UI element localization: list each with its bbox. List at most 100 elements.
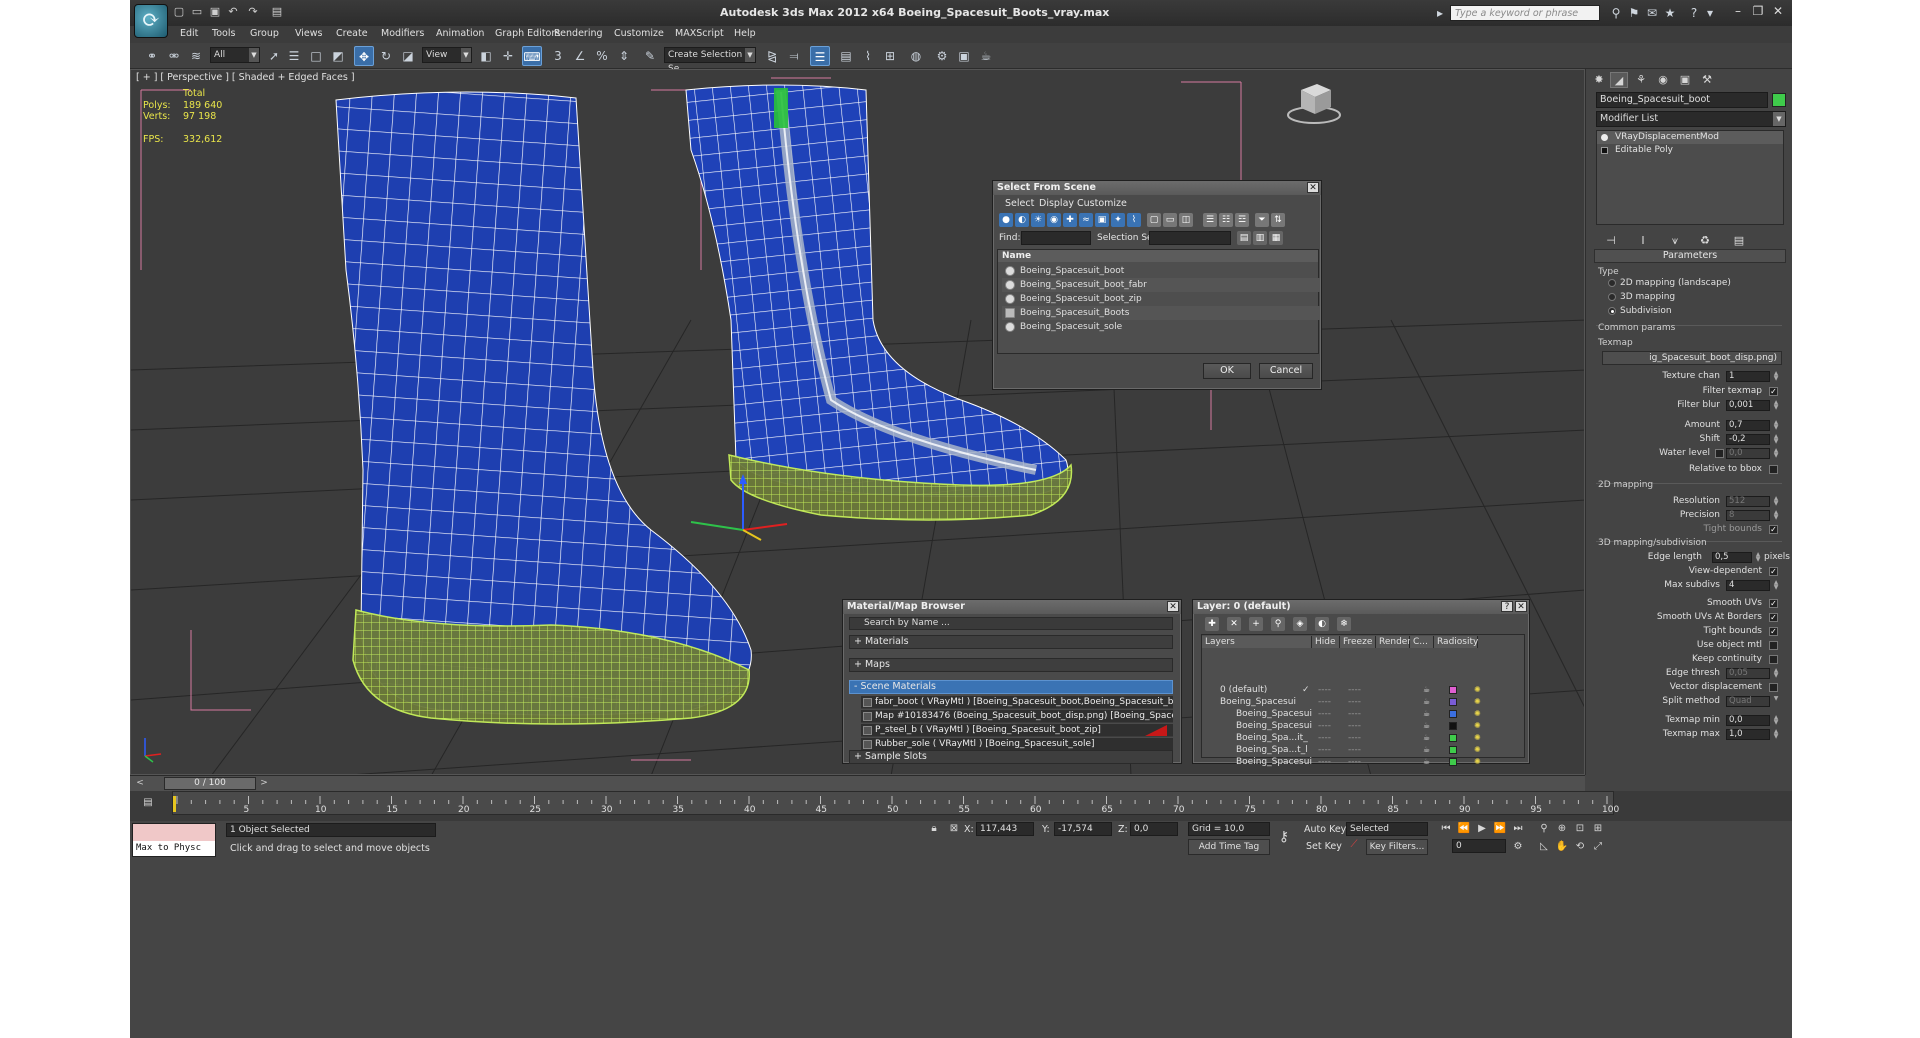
- next-frame-icon[interactable]: >: [258, 777, 270, 790]
- type-2d-mapping-radio[interactable]: 2D mapping (landscape): [1608, 277, 1731, 289]
- render-teapot-icon[interactable]: ☕: [1423, 745, 1433, 755]
- material-item[interactable]: P_steel_b ( VRayMtl ) [Boeing_Spacesuit_…: [861, 724, 1173, 737]
- render-teapot-icon[interactable]: ☕: [1423, 733, 1433, 743]
- spinner-snap-icon[interactable]: ⇕: [614, 46, 634, 66]
- remove-set-icon[interactable]: ▥: [1253, 231, 1267, 245]
- find-input[interactable]: [1021, 231, 1091, 245]
- layer-color-swatch[interactable]: [1449, 722, 1457, 730]
- layer-hide-toggle[interactable]: ----: [1318, 696, 1331, 708]
- sort-icon[interactable]: ⇅: [1271, 213, 1285, 227]
- time-slider-knob[interactable]: 0 / 100: [164, 777, 256, 790]
- menu-animation[interactable]: Animation: [436, 28, 484, 39]
- menu-graph-editors[interactable]: Graph Editors: [495, 28, 560, 39]
- active-layer-check-icon[interactable]: ✓: [1302, 684, 1310, 696]
- undo-icon[interactable]: ↶: [226, 5, 240, 19]
- smooth-uvs-borders-checkbox[interactable]: ✓: [1769, 613, 1778, 622]
- lock-selection-icon[interactable]: 🔒︎: [926, 821, 942, 837]
- auto-key-button[interactable]: Auto Key: [1304, 824, 1346, 835]
- render-setup-icon[interactable]: ⚙: [932, 46, 952, 66]
- sfs-menu-select[interactable]: Select: [1005, 198, 1034, 209]
- texmap-button[interactable]: ig_Spacesuit_boot_disp.png): [1602, 351, 1782, 365]
- rectangular-selection-icon[interactable]: □: [306, 46, 326, 66]
- layer-row[interactable]: Boeing_Spa...it_ ---- ---- ☕ ✺: [1202, 732, 1518, 744]
- set-key-icon[interactable]: ⚷: [1276, 829, 1292, 845]
- material-editor-icon[interactable]: ◍: [906, 46, 926, 66]
- menu-create[interactable]: Create: [336, 28, 368, 39]
- edit-named-selection-icon[interactable]: ✎: [640, 46, 660, 66]
- display-groups-icon[interactable]: ▣: [1095, 213, 1109, 227]
- go-to-start-icon[interactable]: ⏮: [1438, 821, 1454, 837]
- select-and-rotate-icon[interactable]: ↻: [376, 46, 396, 66]
- menu-rendering[interactable]: Rendering: [554, 28, 603, 39]
- radiosity-icon[interactable]: ✺: [1474, 697, 1488, 707]
- angle-snap-icon[interactable]: ∠: [570, 46, 590, 66]
- new-file-icon[interactable]: ▢: [172, 5, 186, 19]
- named-selection-dropdown[interactable]: Create Selection Se▼: [664, 47, 756, 74]
- menu-tools[interactable]: Tools: [212, 28, 235, 39]
- spinner-arrows-icon[interactable]: ▲ ▼: [1772, 371, 1780, 382]
- tight-bounds-2d-checkbox[interactable]: ✓: [1769, 525, 1778, 534]
- layer-help-button[interactable]: ?: [1501, 601, 1513, 612]
- layer-freeze-toggle[interactable]: ----: [1348, 708, 1361, 720]
- restore-icon[interactable]: ❐: [1748, 3, 1768, 19]
- maxscript-input[interactable]: Max to Physc: [133, 841, 215, 856]
- layer-color-swatch[interactable]: [1449, 734, 1457, 742]
- layer-hide-toggle[interactable]: ----: [1318, 684, 1331, 696]
- edge-thresh-spinner[interactable]: 0,05: [1726, 668, 1770, 679]
- track-ruler[interactable]: 5 10 15 20 25 30 35 40 45 50 55 60 65 70 75 80 85 90 95 100: [172, 791, 1619, 815]
- add-to-set-icon[interactable]: ▦: [1269, 231, 1283, 245]
- keyboard-shortcut-override-icon[interactable]: ⌨: [522, 46, 542, 66]
- close-icon[interactable]: ✕: [1307, 182, 1319, 193]
- x-coordinate-field[interactable]: 117,443: [976, 822, 1034, 836]
- close-icon[interactable]: ✕: [1167, 601, 1179, 612]
- scene-object-row[interactable]: Boeing_Spacesuit_boot_zip: [1002, 292, 1320, 306]
- zoom-extents-icon[interactable]: ⊡: [1572, 821, 1588, 837]
- create-set-icon[interactable]: ▤: [1237, 231, 1251, 245]
- spinner-arrows-icon[interactable]: ▲ ▼: [1772, 434, 1780, 445]
- add-time-tag-button[interactable]: Add Time Tag: [1188, 839, 1270, 855]
- display-bones-icon[interactable]: ⌇: [1127, 213, 1141, 227]
- mini-curve-editor-icon[interactable]: ▤: [140, 795, 156, 811]
- layer-row[interactable]: Boeing_Spacesui ---- ---- ☕ ✺: [1202, 756, 1518, 768]
- previous-key-icon[interactable]: ⏪: [1456, 821, 1472, 837]
- layer-hide-toggle[interactable]: ----: [1318, 744, 1331, 756]
- favorites-icon[interactable]: ★: [1662, 5, 1678, 21]
- save-file-icon[interactable]: ▣: [208, 5, 222, 19]
- precision-spinner[interactable]: 8: [1726, 510, 1770, 521]
- select-none-icon[interactable]: ☷: [1219, 213, 1233, 227]
- app-logo-icon[interactable]: ⟳: [134, 4, 168, 38]
- tight-bounds-3d-checkbox[interactable]: ✓: [1769, 627, 1778, 636]
- menu-help[interactable]: Help: [734, 28, 756, 39]
- redo-icon[interactable]: ↷: [246, 5, 260, 19]
- max-subdivs-spinner[interactable]: 4: [1726, 580, 1770, 591]
- texmap-min-spinner[interactable]: 0,0: [1726, 715, 1770, 726]
- chevron-down-icon[interactable]: ▼: [1772, 696, 1780, 707]
- select-highlighted-icon[interactable]: ⚲: [1271, 617, 1285, 631]
- time-configuration-icon[interactable]: ⚙: [1510, 839, 1526, 855]
- resolution-spinner[interactable]: 512: [1726, 496, 1770, 507]
- add-to-layer-icon[interactable]: +: [1249, 617, 1263, 631]
- render-teapot-icon[interactable]: ☕: [1423, 685, 1433, 695]
- ok-button[interactable]: OK: [1203, 363, 1251, 379]
- edge-length-spinner[interactable]: 0,5: [1712, 552, 1752, 563]
- reference-coordinate-dropdown[interactable]: View ▼: [422, 47, 472, 63]
- create-layer-icon[interactable]: ✚: [1205, 617, 1219, 631]
- utilities-tab-icon[interactable]: ⚒: [1698, 72, 1716, 88]
- smooth-uvs-checkbox[interactable]: ✓: [1769, 599, 1778, 608]
- display-lights-icon[interactable]: ☀: [1031, 213, 1045, 227]
- menu-edit[interactable]: Edit: [180, 28, 198, 39]
- render-teapot-icon[interactable]: ☕: [1423, 721, 1433, 731]
- amount-spinner[interactable]: 0,7: [1726, 420, 1770, 431]
- hierarchy-tab-icon[interactable]: ⚘: [1632, 72, 1650, 88]
- current-frame-field[interactable]: 0: [1452, 839, 1506, 853]
- column-header-color[interactable]: C...: [1410, 636, 1434, 648]
- modifier-list-dropdown[interactable]: Modifier List ▼: [1596, 111, 1786, 127]
- water-level-checkbox[interactable]: [1715, 449, 1724, 458]
- menu-maxscript[interactable]: MAXScript: [675, 28, 724, 39]
- set-key-button[interactable]: Set Key: [1306, 841, 1342, 852]
- select-and-move-icon[interactable]: ✥: [354, 46, 374, 66]
- schematic-view-icon[interactable]: ⊞: [880, 46, 900, 66]
- subscription-icon[interactable]: ⚑: [1626, 5, 1642, 21]
- radiosity-icon[interactable]: ✺: [1474, 721, 1488, 731]
- layer-freeze-toggle[interactable]: ----: [1348, 720, 1361, 732]
